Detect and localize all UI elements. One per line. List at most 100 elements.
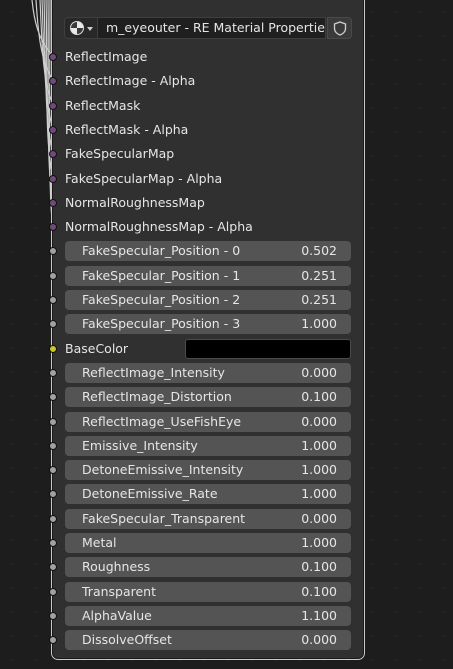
field-name: FakeSpecular_Transparent bbox=[82, 511, 246, 526]
field-value: 1.000 bbox=[301, 486, 337, 501]
socket-label: ReflectImage - Alpha bbox=[65, 73, 196, 88]
socket-label: ReflectMask bbox=[65, 98, 141, 113]
node-link bbox=[35, 0, 54, 81]
field-name: Emissive_Intensity bbox=[82, 438, 198, 453]
socket-input-row: ReflectImage bbox=[0, 47, 453, 67]
value-input-row: Metal 1.000 bbox=[0, 533, 453, 553]
material-sphere-icon bbox=[70, 21, 84, 35]
input-socket[interactable] bbox=[49, 247, 57, 255]
value-input-row: FakeSpecular_Transparent 0.000 bbox=[0, 509, 453, 529]
input-socket[interactable] bbox=[49, 563, 57, 571]
input-socket[interactable] bbox=[49, 636, 57, 644]
input-socket[interactable] bbox=[49, 515, 57, 523]
socket-label: ReflectMask - Alpha bbox=[65, 122, 189, 137]
field-name: Roughness bbox=[82, 559, 151, 574]
socket-input-row: ReflectImage - Alpha bbox=[0, 71, 453, 91]
value-field[interactable]: Metal 1.000 bbox=[65, 533, 351, 553]
input-socket[interactable] bbox=[49, 418, 57, 426]
value-field[interactable]: FakeSpecular_Position - 1 0.251 bbox=[65, 266, 351, 286]
field-value: 0.100 bbox=[301, 584, 337, 599]
value-field[interactable]: DetoneEmissive_Intensity 1.000 bbox=[65, 460, 351, 480]
value-input-row: FakeSpecular_Position - 1 0.251 bbox=[0, 266, 453, 286]
field-value: 1.000 bbox=[301, 316, 337, 331]
value-input-row: ReflectImage_UseFishEye 0.000 bbox=[0, 412, 453, 432]
field-name: DissolveOffset bbox=[82, 632, 172, 647]
value-field[interactable]: Transparent 0.100 bbox=[65, 582, 351, 602]
field-name: Transparent bbox=[82, 584, 157, 599]
color-input-socket[interactable] bbox=[49, 345, 57, 353]
value-input-row: Transparent 0.100 bbox=[0, 582, 453, 602]
input-socket[interactable] bbox=[49, 272, 57, 280]
field-name: FakeSpecular_Position - 3 bbox=[82, 316, 241, 331]
value-field[interactable]: DetoneEmissive_Rate 1.000 bbox=[65, 484, 351, 504]
shield-icon bbox=[333, 21, 347, 36]
input-socket[interactable] bbox=[49, 466, 57, 474]
input-socket[interactable] bbox=[49, 77, 57, 85]
base-color-row: BaseColor bbox=[0, 339, 453, 359]
value-field[interactable]: AlphaValue 1.100 bbox=[65, 606, 351, 626]
input-socket[interactable] bbox=[49, 150, 57, 158]
field-name: AlphaValue bbox=[82, 608, 152, 623]
field-value: 1.000 bbox=[301, 535, 337, 550]
material-name-field[interactable]: m_eyeouter - RE Material Properties bbox=[98, 17, 326, 39]
field-value: 0.251 bbox=[301, 292, 337, 307]
input-socket[interactable] bbox=[49, 369, 57, 377]
socket-label: FakeSpecularMap bbox=[65, 146, 175, 161]
field-value: 1.000 bbox=[301, 438, 337, 453]
base-color-label: BaseColor bbox=[65, 341, 129, 356]
field-name: ReflectImage_Intensity bbox=[82, 365, 225, 380]
value-input-row: DissolveOffset 0.000 bbox=[0, 630, 453, 650]
socket-input-row: NormalRoughnessMap - Alpha bbox=[0, 217, 453, 237]
input-socket[interactable] bbox=[49, 320, 57, 328]
value-field[interactable]: DissolveOffset 0.000 bbox=[65, 630, 351, 650]
value-field[interactable]: Emissive_Intensity 1.000 bbox=[65, 436, 351, 456]
socket-input-row: FakeSpecularMap - Alpha bbox=[0, 169, 453, 189]
field-name: ReflectImage_Distortion bbox=[82, 389, 232, 404]
input-socket[interactable] bbox=[49, 223, 57, 231]
field-value: 1.000 bbox=[301, 462, 337, 477]
input-socket[interactable] bbox=[49, 539, 57, 547]
input-socket[interactable] bbox=[49, 126, 57, 134]
field-value: 0.000 bbox=[301, 365, 337, 380]
input-socket[interactable] bbox=[49, 199, 57, 207]
field-name: ReflectImage_UseFishEye bbox=[82, 414, 242, 429]
value-input-row: FakeSpecular_Position - 3 1.000 bbox=[0, 314, 453, 334]
field-name: FakeSpecular_Position - 2 bbox=[82, 292, 241, 307]
value-input-row: ReflectImage_Intensity 0.000 bbox=[0, 363, 453, 383]
value-field[interactable]: ReflectImage_Intensity 0.000 bbox=[65, 363, 351, 383]
socket-label: NormalRoughnessMap bbox=[65, 195, 205, 210]
field-name: DetoneEmissive_Rate bbox=[82, 486, 218, 501]
fake-user-button[interactable] bbox=[327, 17, 352, 39]
value-field[interactable]: FakeSpecular_Position - 3 1.000 bbox=[65, 314, 351, 334]
base-color-swatch[interactable] bbox=[185, 339, 351, 359]
field-value: 0.502 bbox=[301, 243, 337, 258]
value-input-row: ReflectImage_Distortion 0.100 bbox=[0, 387, 453, 407]
field-value: 1.100 bbox=[301, 608, 337, 623]
value-field[interactable]: Roughness 0.100 bbox=[65, 557, 351, 577]
field-value: 0.000 bbox=[301, 632, 337, 647]
field-name: DetoneEmissive_Intensity bbox=[82, 462, 244, 477]
value-field[interactable]: FakeSpecular_Transparent 0.000 bbox=[65, 509, 351, 529]
input-socket[interactable] bbox=[49, 296, 57, 304]
value-field[interactable]: FakeSpecular_Position - 0 0.502 bbox=[65, 241, 351, 261]
field-name: FakeSpecular_Position - 0 bbox=[82, 243, 241, 258]
value-input-row: DetoneEmissive_Rate 1.000 bbox=[0, 484, 453, 504]
value-field[interactable]: ReflectImage_Distortion 0.100 bbox=[65, 387, 351, 407]
field-name: FakeSpecular_Position - 1 bbox=[82, 268, 241, 283]
input-socket[interactable] bbox=[49, 53, 57, 61]
input-socket[interactable] bbox=[49, 102, 57, 110]
material-type-dropdown[interactable] bbox=[64, 17, 98, 39]
value-field[interactable]: FakeSpecular_Position - 2 0.251 bbox=[65, 290, 351, 310]
value-field[interactable]: ReflectImage_UseFishEye 0.000 bbox=[65, 412, 351, 432]
input-socket[interactable] bbox=[49, 490, 57, 498]
value-input-row: DetoneEmissive_Intensity 1.000 bbox=[0, 460, 453, 480]
input-socket[interactable] bbox=[49, 442, 57, 450]
field-name: Metal bbox=[82, 535, 117, 550]
node-editor-canvas[interactable]: m_eyeouter - RE Material Properties Refl… bbox=[0, 0, 453, 669]
input-socket[interactable] bbox=[49, 612, 57, 620]
chevron-down-icon bbox=[87, 27, 93, 31]
input-socket[interactable] bbox=[49, 393, 57, 401]
input-socket[interactable] bbox=[49, 588, 57, 596]
socket-input-row: FakeSpecularMap bbox=[0, 144, 453, 164]
input-socket[interactable] bbox=[49, 175, 57, 183]
